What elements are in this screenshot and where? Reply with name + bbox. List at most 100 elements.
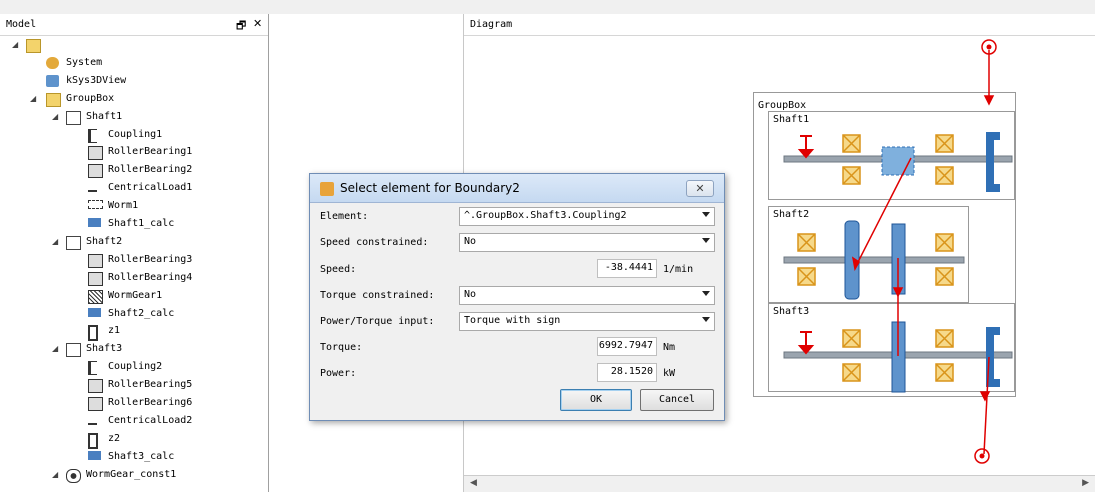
tree-item[interactable]: ◢ Shaft2 [0, 233, 268, 251]
dialog-close-button[interactable]: ✕ [686, 180, 714, 197]
tree-item[interactable]: RollerBearing6 [0, 394, 268, 412]
bearing-icon [88, 146, 103, 161]
tree-item[interactable]: Coupling1 [0, 126, 268, 144]
power-torque-input-value: Torque with sign [464, 315, 561, 326]
torque-label: Torque: [320, 342, 363, 353]
chevron-down-icon [702, 317, 710, 322]
element-label: Element: [320, 211, 369, 222]
tree-item-label: Shaft2 [86, 235, 123, 247]
tree-item[interactable]: Worm1 [0, 197, 268, 215]
tree-item[interactable]: System [0, 54, 268, 72]
tree-item-label: Coupling1 [108, 128, 163, 140]
scroll-right-icon[interactable]: ▶ [1082, 478, 1089, 488]
tree-item-label: RollerBearing5 [108, 379, 193, 391]
worm-icon [88, 200, 103, 210]
chevron-down-icon [702, 291, 710, 296]
tree-item[interactable]: kSys3DView [0, 72, 268, 90]
model-panel-title: Model [6, 19, 37, 30]
scroll-left-icon[interactable]: ◀ [470, 478, 477, 488]
tree-item[interactable]: RollerBearing5 [0, 376, 268, 394]
tree-item-label: RollerBearing2 [108, 164, 193, 176]
tree-item[interactable]: RollerBearing1 [0, 143, 268, 161]
diagram-horizontal-scrollbar[interactable]: ◀ ▶ [464, 475, 1095, 492]
float-panel-icon[interactable]: 🗗 [236, 17, 246, 36]
tree-item[interactable]: WormGear1 [0, 287, 268, 305]
gear-icon [88, 432, 98, 449]
tree-item[interactable]: z2 [0, 430, 268, 449]
tree-item-label: CentricalLoad2 [108, 414, 193, 426]
speed-label: Speed: [320, 264, 357, 275]
speed-field[interactable]: -38.4441 [597, 259, 657, 278]
tree-item[interactable]: Shaft2_calc [0, 305, 268, 323]
power-torque-input-combo[interactable]: Torque with sign [459, 312, 715, 331]
ok-button[interactable]: OK [560, 389, 632, 411]
expand-arrow-icon[interactable]: ◢ [52, 108, 62, 126]
power-label: Power: [320, 368, 357, 379]
boundary2-icon[interactable] [974, 448, 990, 464]
speed-value: -38.4441 [604, 262, 653, 273]
expand-arrow-icon[interactable]: ◢ [52, 340, 62, 358]
tree-item[interactable]: ◢ WormGear_const1 [0, 466, 268, 484]
torque-constrained-combo[interactable]: No [459, 286, 715, 305]
select-element-dialog: Select element for Boundary2 ✕ Element: … [309, 173, 725, 421]
tree-item[interactable]: RollerBearing2 [0, 161, 268, 179]
tree-item[interactable]: RollerBearing3 [0, 251, 268, 269]
element-combo-value: ^.GroupBox.Shaft3.Coupling2 [464, 210, 627, 221]
expand-arrow-icon[interactable]: ◢ [52, 466, 62, 484]
tree-item-label: Shaft3_calc [108, 450, 175, 462]
power-flow-lines [851, 50, 995, 455]
shaft2-line [783, 256, 965, 264]
coupling-icon [88, 361, 97, 376]
speed-unit: 1/min [663, 264, 694, 275]
shaft-icon [66, 235, 81, 250]
calc-icon [88, 450, 101, 460]
tree-item[interactable]: ◢ Shaft3 [0, 340, 268, 358]
tree-item-label: Worm1 [108, 200, 139, 212]
centrical-load2-arrow [797, 331, 815, 355]
dialog-title-bar[interactable]: Select element for Boundary2 ✕ [310, 174, 724, 203]
bearing-icon [88, 271, 103, 286]
gear-icon [88, 325, 98, 342]
tree-item[interactable]: Shaft3_calc [0, 448, 268, 466]
chevron-down-icon [702, 212, 710, 217]
expand-arrow-icon[interactable]: ◢ [30, 90, 40, 108]
tree-item-label: Shaft2_calc [108, 307, 175, 319]
power-torque-input-label: Power/Torque input: [320, 316, 435, 327]
shaft-icon [66, 343, 81, 358]
element-combo[interactable]: ^.GroupBox.Shaft3.Coupling2 [459, 207, 715, 226]
tree-item[interactable]: ◢ [0, 36, 268, 54]
speed-constrained-combo[interactable]: No [459, 233, 715, 252]
tree-item[interactable]: CentricalLoad1 [0, 179, 268, 197]
bearing-icon [88, 164, 103, 179]
tree-item[interactable]: ◢ GroupBox [0, 90, 268, 108]
coupling-icon [88, 128, 97, 143]
centrical-load1-arrow [797, 135, 815, 159]
connection-icon [66, 468, 81, 483]
tree-item-label: RollerBearing6 [108, 397, 193, 408]
tree-item-label: Shaft3 [86, 343, 123, 355]
torque-value: 6992.7947 [598, 340, 653, 351]
tree-item[interactable]: ◢ Shaft1 [0, 108, 268, 126]
folder-open-icon [26, 39, 41, 53]
expand-arrow-icon[interactable]: ◢ [12, 36, 22, 54]
tree-item[interactable]: CentricalLoad2 [0, 412, 268, 430]
torque-field[interactable]: 6992.7947 [597, 337, 657, 356]
tree-item[interactable]: Shaft1_calc [0, 215, 268, 233]
calc-icon [88, 307, 101, 317]
close-panel-icon[interactable]: ✕ [253, 17, 262, 30]
power-value: 28.1520 [610, 366, 653, 377]
load-icon [88, 415, 97, 425]
tree-item[interactable]: Coupling2 [0, 358, 268, 376]
torque-unit: Nm [663, 342, 676, 353]
system-icon [46, 56, 59, 69]
expand-arrow-icon[interactable]: ◢ [52, 233, 62, 251]
tree-item[interactable]: z1 [0, 322, 268, 342]
cancel-button[interactable]: Cancel [640, 389, 714, 411]
tree-item-label: System [66, 56, 103, 68]
bearing-icon [88, 253, 103, 268]
tree-item[interactable]: RollerBearing4 [0, 269, 268, 287]
tree-item-label: CentricalLoad1 [108, 182, 193, 194]
chevron-down-icon [702, 238, 710, 243]
tree-item-label: Shaft1_calc [108, 218, 175, 229]
power-field[interactable]: 28.1520 [597, 363, 657, 382]
